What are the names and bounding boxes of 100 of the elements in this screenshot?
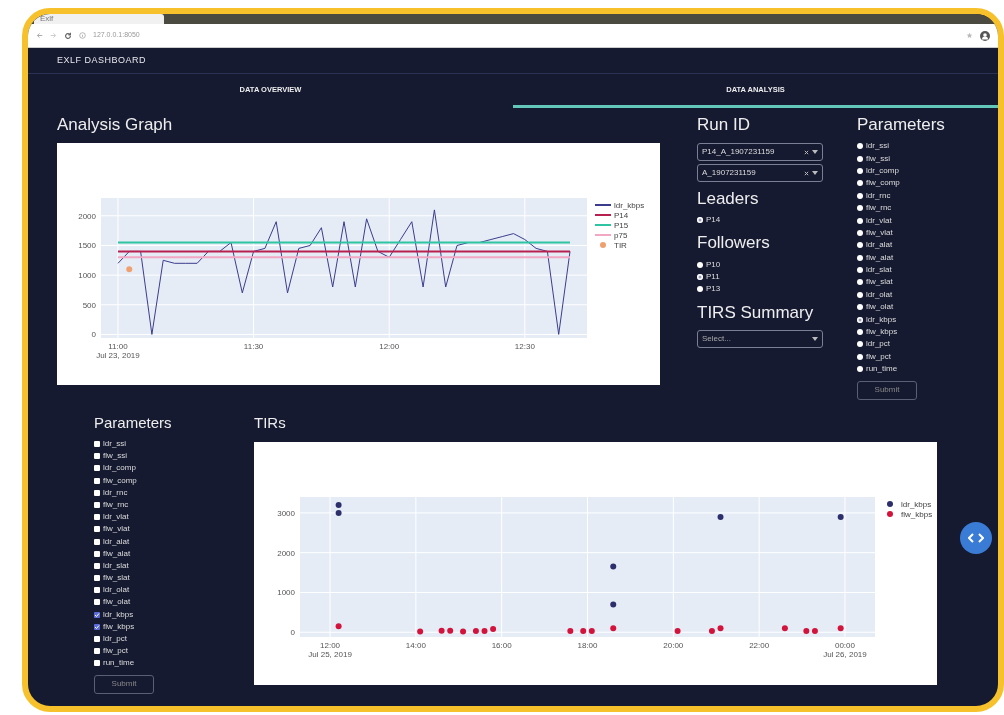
- checkbox[interactable]: [94, 562, 100, 569]
- data-point: [708, 627, 715, 634]
- data-point: [438, 627, 445, 634]
- legend-label[interactable]: P14: [614, 211, 629, 220]
- radio-button[interactable]: [857, 242, 863, 249]
- legend-label[interactable]: P15: [614, 221, 629, 230]
- radio-button[interactable]: [857, 366, 863, 373]
- radio-button[interactable]: [857, 205, 863, 212]
- option-label: flw_ssi: [866, 152, 890, 165]
- radio-button[interactable]: [857, 229, 863, 236]
- radio-button[interactable]: [857, 167, 863, 174]
- legend-label[interactable]: TIR: [614, 241, 627, 250]
- radio-button[interactable]: [857, 316, 863, 323]
- option-label: flw_alat: [103, 547, 131, 560]
- option-label: P11: [706, 270, 720, 283]
- option-label: flw_vlat: [866, 226, 893, 239]
- checkbox[interactable]: [94, 477, 100, 484]
- option-label: ldr_ssi: [866, 140, 890, 153]
- caret-icon: [812, 171, 818, 175]
- checkbox[interactable]: [94, 501, 100, 508]
- summary-dropdown[interactable]: Select...: [697, 329, 823, 348]
- radio-button[interactable]: [857, 217, 863, 224]
- profile-icon[interactable]: [980, 30, 990, 41]
- section-heading: Analysis Graph: [57, 114, 174, 136]
- legend-line-icon[interactable]: [594, 204, 612, 206]
- legend-label[interactable]: ldr_kbps: [901, 499, 932, 509]
- axis-tick-label: 12:00 Jul 25, 2019: [308, 640, 352, 659]
- checkbox[interactable]: [94, 660, 100, 667]
- radio-button[interactable]: [697, 286, 703, 293]
- option-label: ldr_alat: [103, 535, 130, 548]
- info-icon: [79, 32, 86, 39]
- data-point: [610, 563, 617, 570]
- radio-button[interactable]: [857, 180, 863, 187]
- axis-tick-label: 0: [91, 330, 96, 340]
- run-id-dropdown[interactable]: A_1907231159: [697, 164, 823, 182]
- option-label: flw_olat: [866, 301, 894, 314]
- option-label: P14: [706, 214, 721, 227]
- radio-button[interactable]: [857, 254, 863, 261]
- option-label: flw_rnc: [103, 498, 129, 511]
- checkbox[interactable]: [94, 575, 100, 582]
- axis-tick-label: 0: [290, 628, 295, 638]
- radio-button[interactable]: [697, 261, 703, 268]
- checkbox[interactable]: [94, 587, 100, 594]
- radio-button[interactable]: [697, 217, 703, 224]
- radio-button[interactable]: [857, 291, 863, 298]
- radio-button[interactable]: [857, 155, 863, 162]
- legend-label[interactable]: p75: [614, 231, 628, 240]
- axis-tick-label: 12:30: [514, 342, 535, 351]
- radio-button[interactable]: [857, 353, 863, 360]
- option-label: flw_comp: [103, 474, 137, 487]
- clear-icon[interactable]: [804, 149, 809, 155]
- checkbox[interactable]: [94, 465, 100, 472]
- checkbox[interactable]: [94, 599, 100, 606]
- checkbox[interactable]: [94, 526, 100, 533]
- radio-button[interactable]: [857, 304, 863, 311]
- legend-label[interactable]: ldr_kbps: [614, 201, 645, 210]
- radio-button[interactable]: [857, 329, 863, 336]
- navigation-button[interactable]: [960, 522, 992, 554]
- checkbox[interactable]: [94, 538, 100, 545]
- checkbox[interactable]: [94, 453, 100, 460]
- option-label: ldr_alat: [866, 239, 893, 252]
- submit-button[interactable]: Submit: [857, 380, 917, 400]
- submit-button[interactable]: Submit: [94, 675, 154, 694]
- radio-button[interactable]: [857, 192, 863, 199]
- legend-label[interactable]: flw_kbps: [901, 509, 933, 519]
- radio-button[interactable]: [857, 279, 863, 286]
- option-label: ldr_rnc: [866, 189, 891, 202]
- radio-button[interactable]: [857, 267, 863, 274]
- browser-tab[interactable]: Exlf: [34, 14, 164, 24]
- checkbox[interactable]: [94, 489, 100, 496]
- data-point: [610, 625, 617, 632]
- axis-tick-label: 1000: [78, 271, 96, 281]
- option-label: ldr_slat: [103, 559, 129, 572]
- checkbox[interactable]: [94, 636, 100, 642]
- radio-button[interactable]: [697, 273, 703, 280]
- reload-icon[interactable]: [64, 31, 72, 40]
- checkbox[interactable]: [94, 514, 100, 521]
- checkbox[interactable]: [94, 550, 100, 557]
- axis-tick-label: 16:00: [491, 640, 512, 650]
- run-id-dropdown[interactable]: P14_A_1907231159: [697, 143, 823, 161]
- axis-tick-label: 22:00: [749, 640, 770, 650]
- checkbox[interactable]: [94, 611, 100, 618]
- dashboard-title: EXLF DASHBOARD: [57, 53, 147, 67]
- axis-tick-label: 1500: [78, 241, 96, 251]
- axis-tick-label: 500: [82, 300, 96, 310]
- star-icon[interactable]: [966, 32, 973, 39]
- checkbox[interactable]: [94, 441, 100, 447]
- radio-button[interactable]: [857, 143, 863, 150]
- checkbox[interactable]: [94, 648, 100, 655]
- option-label: P13: [706, 283, 721, 296]
- data-point: [490, 625, 497, 632]
- option-label: flw_slat: [866, 276, 893, 289]
- option-label: ldr_olat: [103, 584, 130, 597]
- section-heading: Parameters: [857, 114, 946, 136]
- axis-tick-label: 11:00 Jul 23, 2019: [96, 342, 140, 360]
- radio-button[interactable]: [857, 341, 863, 348]
- clear-icon[interactable]: [804, 170, 809, 176]
- axis-tick-label: 1000: [277, 588, 295, 598]
- checkbox[interactable]: [94, 623, 100, 630]
- legend-line-icon[interactable]: [594, 214, 612, 216]
